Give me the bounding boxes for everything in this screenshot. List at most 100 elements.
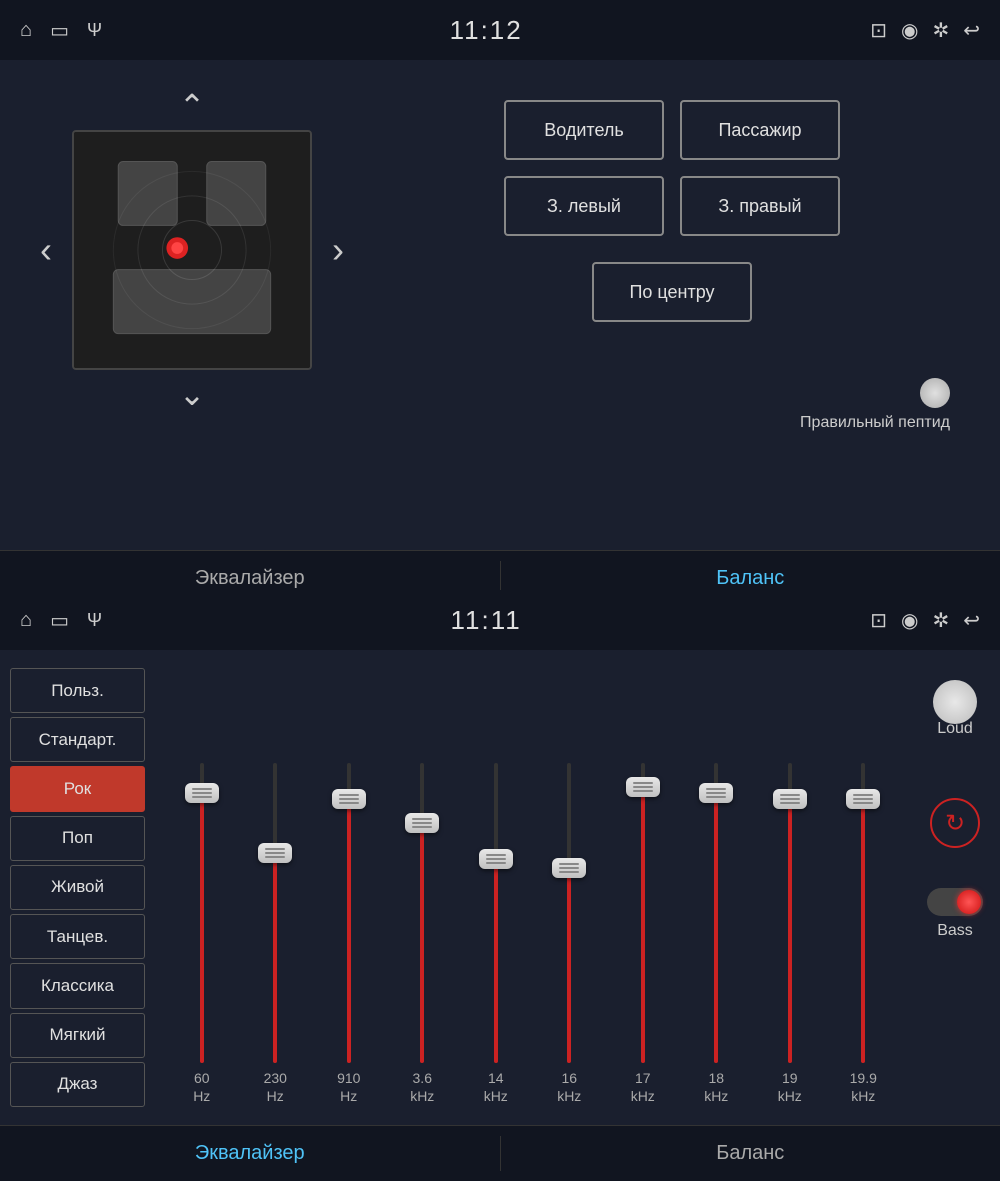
eq-content: Польз.Стандарт.Рок ПопЖивойТанцев.Классик… bbox=[0, 650, 1000, 1125]
center-button[interactable]: По центру bbox=[592, 262, 752, 322]
seat-up-button[interactable]: ⌃ bbox=[179, 90, 206, 122]
passenger-button[interactable]: Пассажир bbox=[680, 100, 840, 160]
slider-thumb[interactable] bbox=[773, 789, 807, 809]
seat-down-button[interactable]: ⌄ bbox=[179, 378, 206, 410]
screen-icon[interactable]: ▭ bbox=[50, 18, 69, 43]
preset-btn-user[interactable]: Польз. bbox=[10, 668, 145, 713]
slider-910Hz[interactable] bbox=[329, 763, 369, 1063]
bottom-back-icon[interactable]: ↩ bbox=[963, 608, 980, 633]
cast-icon[interactable]: ⊡ bbox=[870, 18, 887, 43]
slider-fill bbox=[420, 823, 424, 1063]
slider-14kHz[interactable] bbox=[476, 763, 516, 1063]
slider-19.9kHz[interactable] bbox=[843, 763, 883, 1063]
slider-fill bbox=[494, 859, 498, 1063]
loud-button[interactable] bbox=[933, 680, 977, 724]
slider-3.6kHz[interactable] bbox=[402, 763, 442, 1063]
usb-icon[interactable]: Ψ bbox=[87, 20, 102, 41]
bass-toggle-track[interactable] bbox=[927, 888, 983, 916]
slider-thumb[interactable] bbox=[552, 858, 586, 878]
driver-button[interactable]: Водитель bbox=[504, 100, 664, 160]
preset-btn-jazz[interactable]: Джаз bbox=[10, 1062, 145, 1107]
bass-label: Bass bbox=[937, 922, 973, 940]
top-time: 11:12 bbox=[450, 15, 523, 46]
slider-17kHz[interactable] bbox=[623, 763, 663, 1063]
seat-left-button[interactable]: ‹ bbox=[40, 229, 52, 271]
preset-btn-live[interactable]: Живой bbox=[10, 865, 145, 910]
tab-balance-bottom[interactable]: Баланс bbox=[501, 1126, 1000, 1181]
balance-indicator bbox=[920, 378, 950, 408]
balance-status: Правильный пептид bbox=[800, 358, 970, 432]
rear-left-button[interactable]: З. левый bbox=[504, 176, 664, 236]
freq-label-8: 19kHz bbox=[778, 1069, 802, 1105]
slider-col-1: 230Hz bbox=[255, 763, 295, 1105]
slider-col-5: 16kHz bbox=[549, 763, 589, 1105]
slider-fill bbox=[567, 868, 571, 1063]
bottom-panel: ⌂ ▭ Ψ 11:11 ⊡ ◉ ✲ ↩ Польз.Стандарт.РокПо… bbox=[0, 590, 1000, 1181]
status-bar-left-icons: ⌂ ▭ Ψ bbox=[20, 18, 102, 43]
bottom-usb-icon[interactable]: Ψ bbox=[87, 610, 102, 631]
reset-button[interactable]: ↻ bbox=[930, 798, 980, 848]
bottom-tab-bar: Эквалайзер Баланс bbox=[0, 1125, 1000, 1181]
eq-right-controls: Loud ↻ Bass bbox=[910, 660, 1000, 1115]
slider-fill bbox=[788, 799, 792, 1063]
bass-toggle-knob bbox=[957, 890, 981, 914]
slider-60Hz[interactable] bbox=[182, 763, 222, 1063]
status-bar-right-icons: ⊡ ◉ ✲ ↩ bbox=[870, 18, 980, 43]
preset-btn-classic[interactable]: Классика bbox=[10, 963, 145, 1008]
slider-thumb[interactable] bbox=[846, 789, 880, 809]
balance-content: ⌃ ‹ bbox=[0, 60, 1000, 550]
freq-label-4: 14kHz bbox=[484, 1069, 508, 1105]
freq-label-5: 16kHz bbox=[557, 1069, 581, 1105]
bottom-cast-icon[interactable]: ⊡ bbox=[870, 608, 887, 633]
slider-16kHz[interactable] bbox=[549, 763, 589, 1063]
slider-thumb[interactable] bbox=[185, 783, 219, 803]
slider-col-0: 60Hz bbox=[182, 763, 222, 1105]
slider-18kHz[interactable] bbox=[696, 763, 736, 1063]
bottom-time: 11:11 bbox=[451, 605, 522, 636]
slider-fill bbox=[273, 853, 277, 1063]
seat-right-button[interactable]: › bbox=[332, 229, 344, 271]
slider-thumb[interactable] bbox=[405, 813, 439, 833]
bottom-bluetooth-icon[interactable]: ✲ bbox=[932, 608, 949, 633]
slider-19kHz[interactable] bbox=[770, 763, 810, 1063]
location-icon[interactable]: ◉ bbox=[901, 18, 918, 43]
loud-label: Loud bbox=[937, 720, 973, 738]
sliders-track: 60Hz230Hz910Hz3.6kHz14kHz16kHz17kHz18kHz… bbox=[165, 670, 900, 1115]
slider-thumb[interactable] bbox=[699, 783, 733, 803]
freq-label-9: 19.9kHz bbox=[850, 1069, 877, 1105]
preset-btn-soft[interactable]: Мягкий bbox=[10, 1013, 145, 1058]
slider-fill bbox=[641, 787, 645, 1063]
slider-col-6: 17kHz bbox=[623, 763, 663, 1105]
rear-right-button[interactable]: З. правый bbox=[680, 176, 840, 236]
balance-buttons: Водитель Пассажир З. левый З. правый По … bbox=[374, 80, 970, 530]
bottom-home-icon[interactable]: ⌂ bbox=[20, 609, 32, 632]
rear-seat-row: З. левый З. правый bbox=[504, 176, 840, 236]
slider-thumb[interactable] bbox=[626, 777, 660, 797]
slider-fill bbox=[714, 793, 718, 1063]
slider-col-3: 3.6kHz bbox=[402, 763, 442, 1105]
seat-nav: ‹ bbox=[30, 130, 354, 370]
preset-btn-standard[interactable]: Стандарт. bbox=[10, 717, 145, 762]
freq-label-1: 230Hz bbox=[264, 1069, 287, 1105]
slider-230Hz[interactable] bbox=[255, 763, 295, 1063]
bottom-status-bar: ⌂ ▭ Ψ 11:11 ⊡ ◉ ✲ ↩ bbox=[0, 590, 1000, 650]
back-icon[interactable]: ↩ bbox=[963, 18, 980, 43]
slider-fill bbox=[200, 793, 204, 1063]
preset-btn-dance[interactable]: Танцев. bbox=[10, 914, 145, 959]
top-status-bar: ⌂ ▭ Ψ 11:12 ⊡ ◉ ✲ ↩ bbox=[0, 0, 1000, 60]
slider-thumb[interactable] bbox=[479, 849, 513, 869]
tab-equalizer-bottom[interactable]: Эквалайзер bbox=[0, 1126, 500, 1181]
slider-col-8: 19kHz bbox=[770, 763, 810, 1105]
slider-fill bbox=[347, 799, 351, 1063]
bottom-screen-icon[interactable]: ▭ bbox=[50, 608, 69, 633]
eq-sliders: 60Hz230Hz910Hz3.6kHz14kHz16kHz17kHz18kHz… bbox=[155, 660, 910, 1115]
preset-btn-pop[interactable]: Поп bbox=[10, 816, 145, 861]
home-icon[interactable]: ⌂ bbox=[20, 19, 32, 42]
slider-thumb[interactable] bbox=[258, 843, 292, 863]
bluetooth-icon[interactable]: ✲ bbox=[932, 18, 949, 43]
bottom-location-icon[interactable]: ◉ bbox=[901, 608, 918, 633]
top-panel: ⌂ ▭ Ψ 11:12 ⊡ ◉ ✲ ↩ ⌃ ‹ bbox=[0, 0, 1000, 590]
slider-fill bbox=[861, 799, 865, 1063]
preset-btn-rock[interactable]: Рок bbox=[10, 766, 145, 811]
slider-thumb[interactable] bbox=[332, 789, 366, 809]
